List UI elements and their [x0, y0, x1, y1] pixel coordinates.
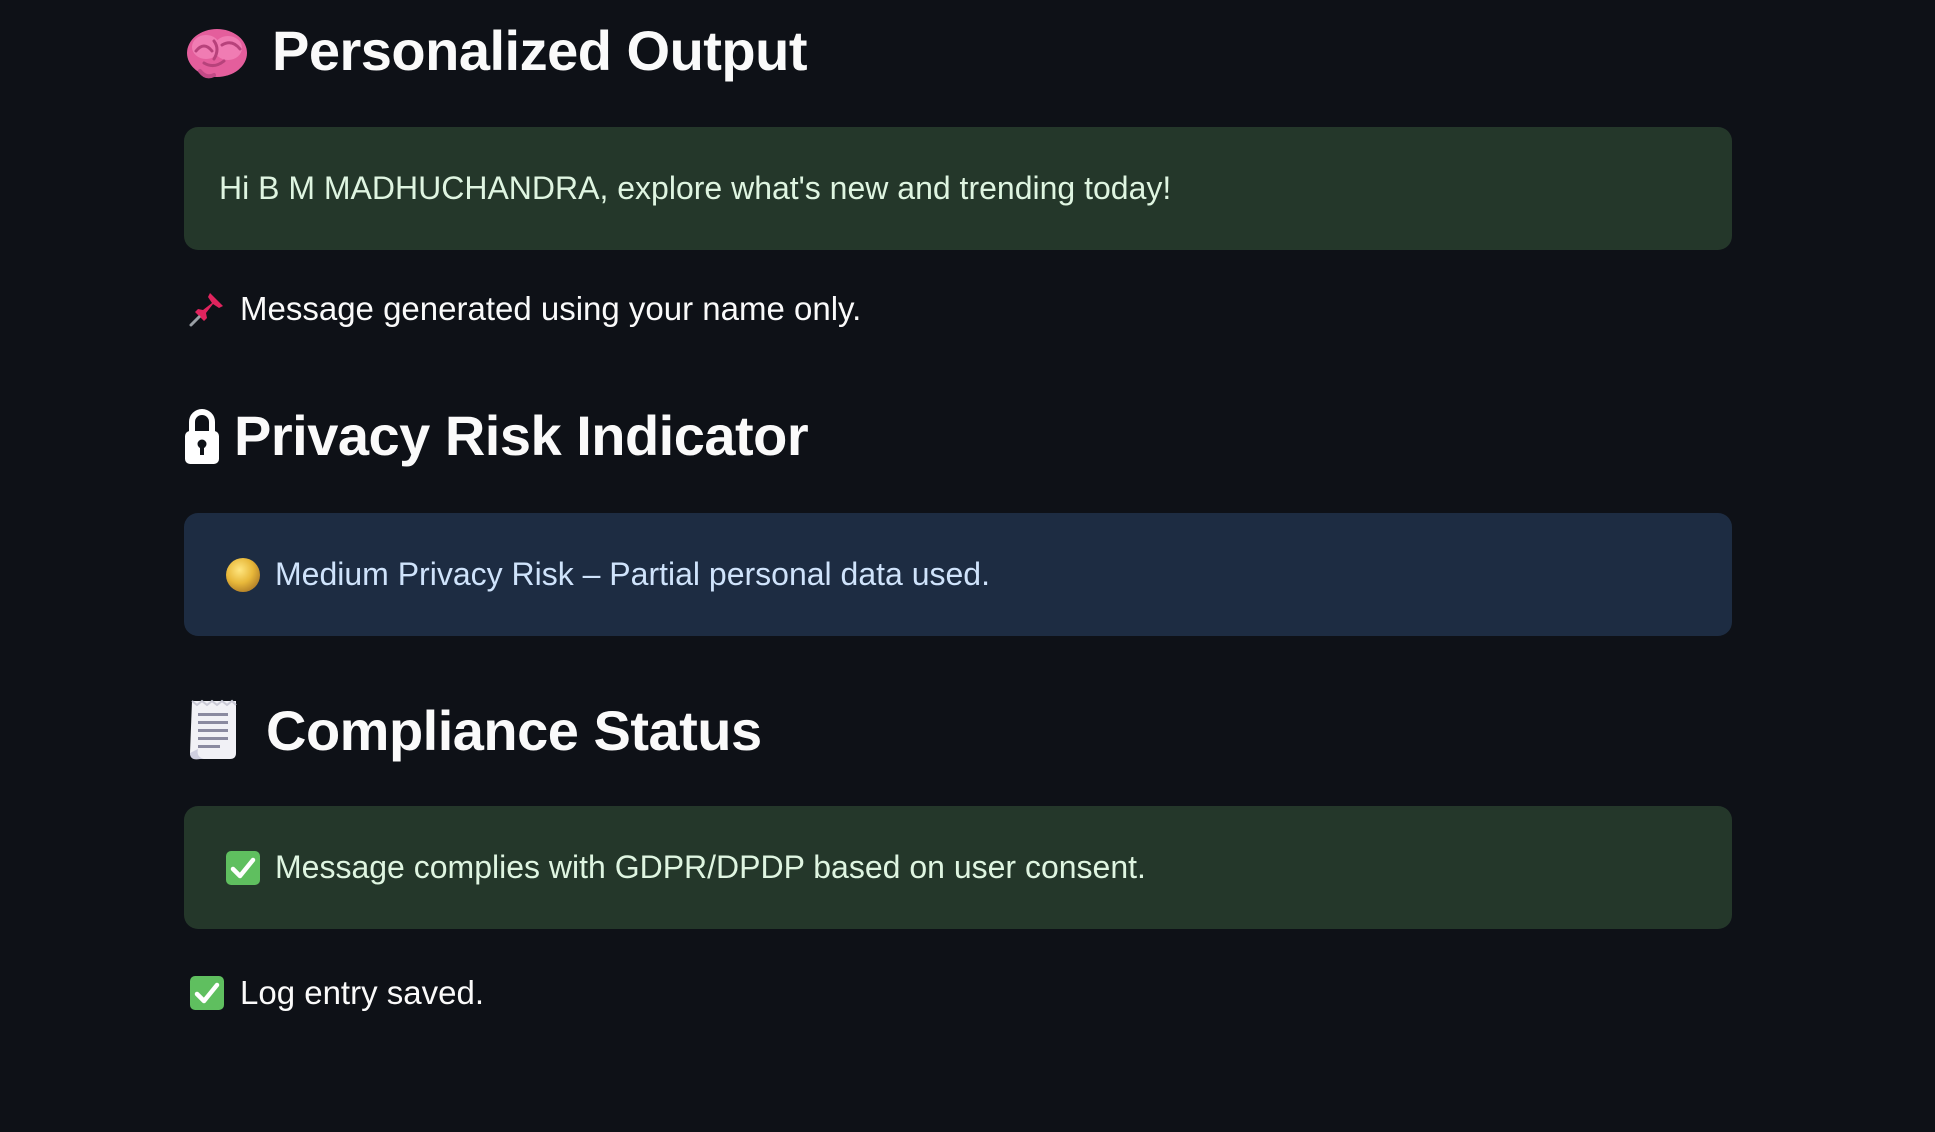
compliance-alert: Message complies with GDPR/DPDP based on…	[184, 806, 1732, 929]
privacy-risk-alert: Medium Privacy Risk – Partial personal d…	[184, 513, 1732, 636]
pushpin-icon	[188, 290, 226, 328]
compliance-status-heading: Compliance Status	[184, 697, 762, 763]
lock-icon	[184, 406, 220, 466]
personalized-output-heading: Personalized Output	[184, 18, 808, 83]
check-mark-icon	[188, 974, 226, 1012]
main-content: Personalized Output Hi B M MADHUCHANDRA,…	[0, 0, 1935, 1132]
brain-icon	[184, 21, 250, 81]
personalized-output-title: Personalized Output	[272, 19, 808, 82]
personalized-message-alert: Hi B M MADHUCHANDRA, explore what's new …	[184, 127, 1732, 250]
log-entry-note: Log entry saved.	[188, 974, 484, 1012]
yellow-circle-icon	[225, 557, 261, 593]
log-entry-text: Log entry saved.	[240, 974, 484, 1011]
privacy-risk-title: Privacy Risk Indicator	[234, 404, 809, 467]
privacy-risk-heading: Privacy Risk Indicator	[184, 403, 809, 468]
compliance-status-title: Compliance Status	[266, 698, 762, 762]
personalization-note: Message generated using your name only.	[188, 290, 861, 328]
check-mark-icon	[225, 850, 261, 886]
personalized-message-text: Hi B M MADHUCHANDRA, explore what's new …	[219, 170, 1172, 206]
compliance-text: Message complies with GDPR/DPDP based on…	[275, 849, 1146, 885]
privacy-risk-text: Medium Privacy Risk – Partial personal d…	[275, 556, 990, 592]
receipt-icon	[184, 697, 244, 763]
personalization-note-text: Message generated using your name only.	[240, 290, 862, 327]
